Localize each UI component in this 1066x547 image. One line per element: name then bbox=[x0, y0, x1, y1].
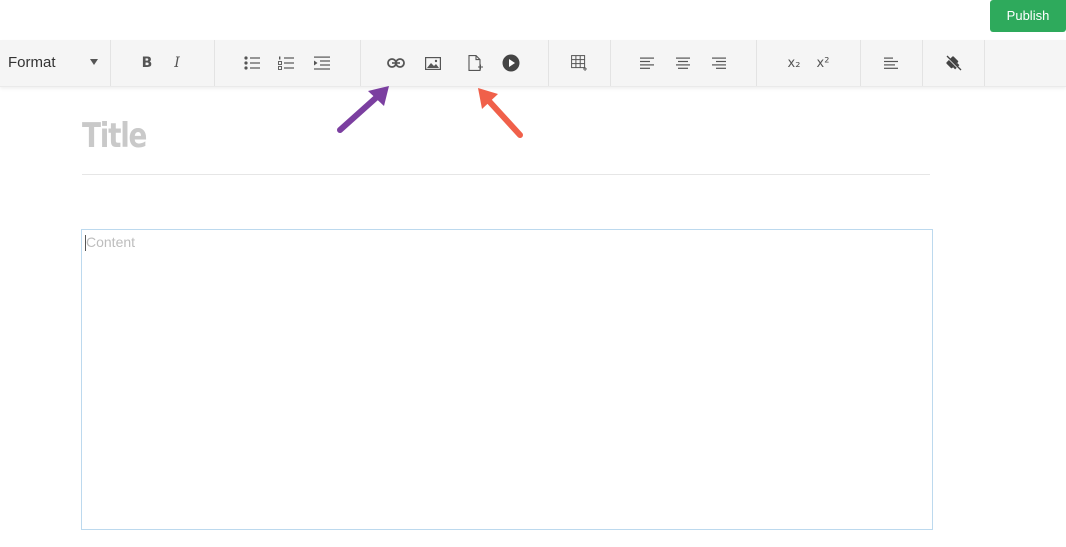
annotation-arrows bbox=[337, 86, 523, 138]
purple-arrow-icon bbox=[337, 86, 389, 133]
red-arrow-icon bbox=[478, 88, 523, 138]
